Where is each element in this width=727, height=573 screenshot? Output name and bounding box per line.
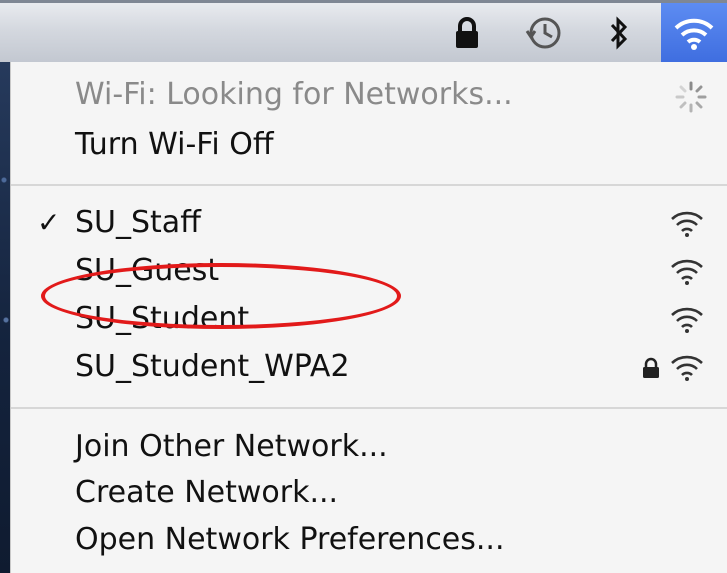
lock-glyph [456,16,478,48]
checkmark-icon: ✓ [37,206,61,239]
spinner-icon [675,81,707,113]
wifi-status-label: Wi-Fi: Looking for Networks... [75,77,513,112]
join-other-network-label: Join Other Network... [75,429,388,464]
wifi-signal-icon [671,211,703,237]
create-network-label: Create Network... [75,475,339,510]
lock-icon[interactable] [447,3,487,62]
wifi-signal-icon [671,307,703,333]
wifi-signal-icon [671,355,703,381]
network-name: SU_Guest [75,253,220,288]
wifi-menu: Wi-Fi: Looking for Networks... Turn Wi-F… [10,62,727,573]
wifi-status-item: Wi-Fi: Looking for Networks... [11,72,727,118]
network-item-su-staff[interactable]: ✓ SU_Staff [11,200,727,246]
lock-icon [643,357,659,378]
network-item-su-student-wpa2[interactable]: SU_Student_WPA2 [11,344,727,390]
network-item-su-student[interactable]: SU_Student [11,296,727,342]
clock-glyph [525,17,561,48]
time-machine-icon[interactable] [516,3,572,62]
wifi-icon[interactable] [661,3,727,62]
bluetooth-icon[interactable] [597,3,641,62]
separator [11,407,727,409]
separator [11,184,727,186]
network-name: SU_Staff [75,205,201,240]
turn-wifi-off-label: Turn Wi-Fi Off [75,127,274,162]
wifi-signal-icon [671,259,703,285]
join-other-network-item[interactable]: Join Other Network... [11,424,727,470]
turn-wifi-off-item[interactable]: Turn Wi-Fi Off [11,122,727,168]
menu-bar [0,0,727,62]
bluetooth-glyph [610,15,628,50]
create-network-item[interactable]: Create Network... [11,470,727,516]
network-item-su-guest[interactable]: SU_Guest [11,248,727,294]
open-network-preferences-label: Open Network Preferences... [75,522,505,557]
network-name: SU_Student [75,301,250,336]
wifi-status-glyph [674,18,714,50]
network-name: SU_Student_WPA2 [75,349,350,384]
open-network-preferences-item[interactable]: Open Network Preferences... [11,517,727,563]
